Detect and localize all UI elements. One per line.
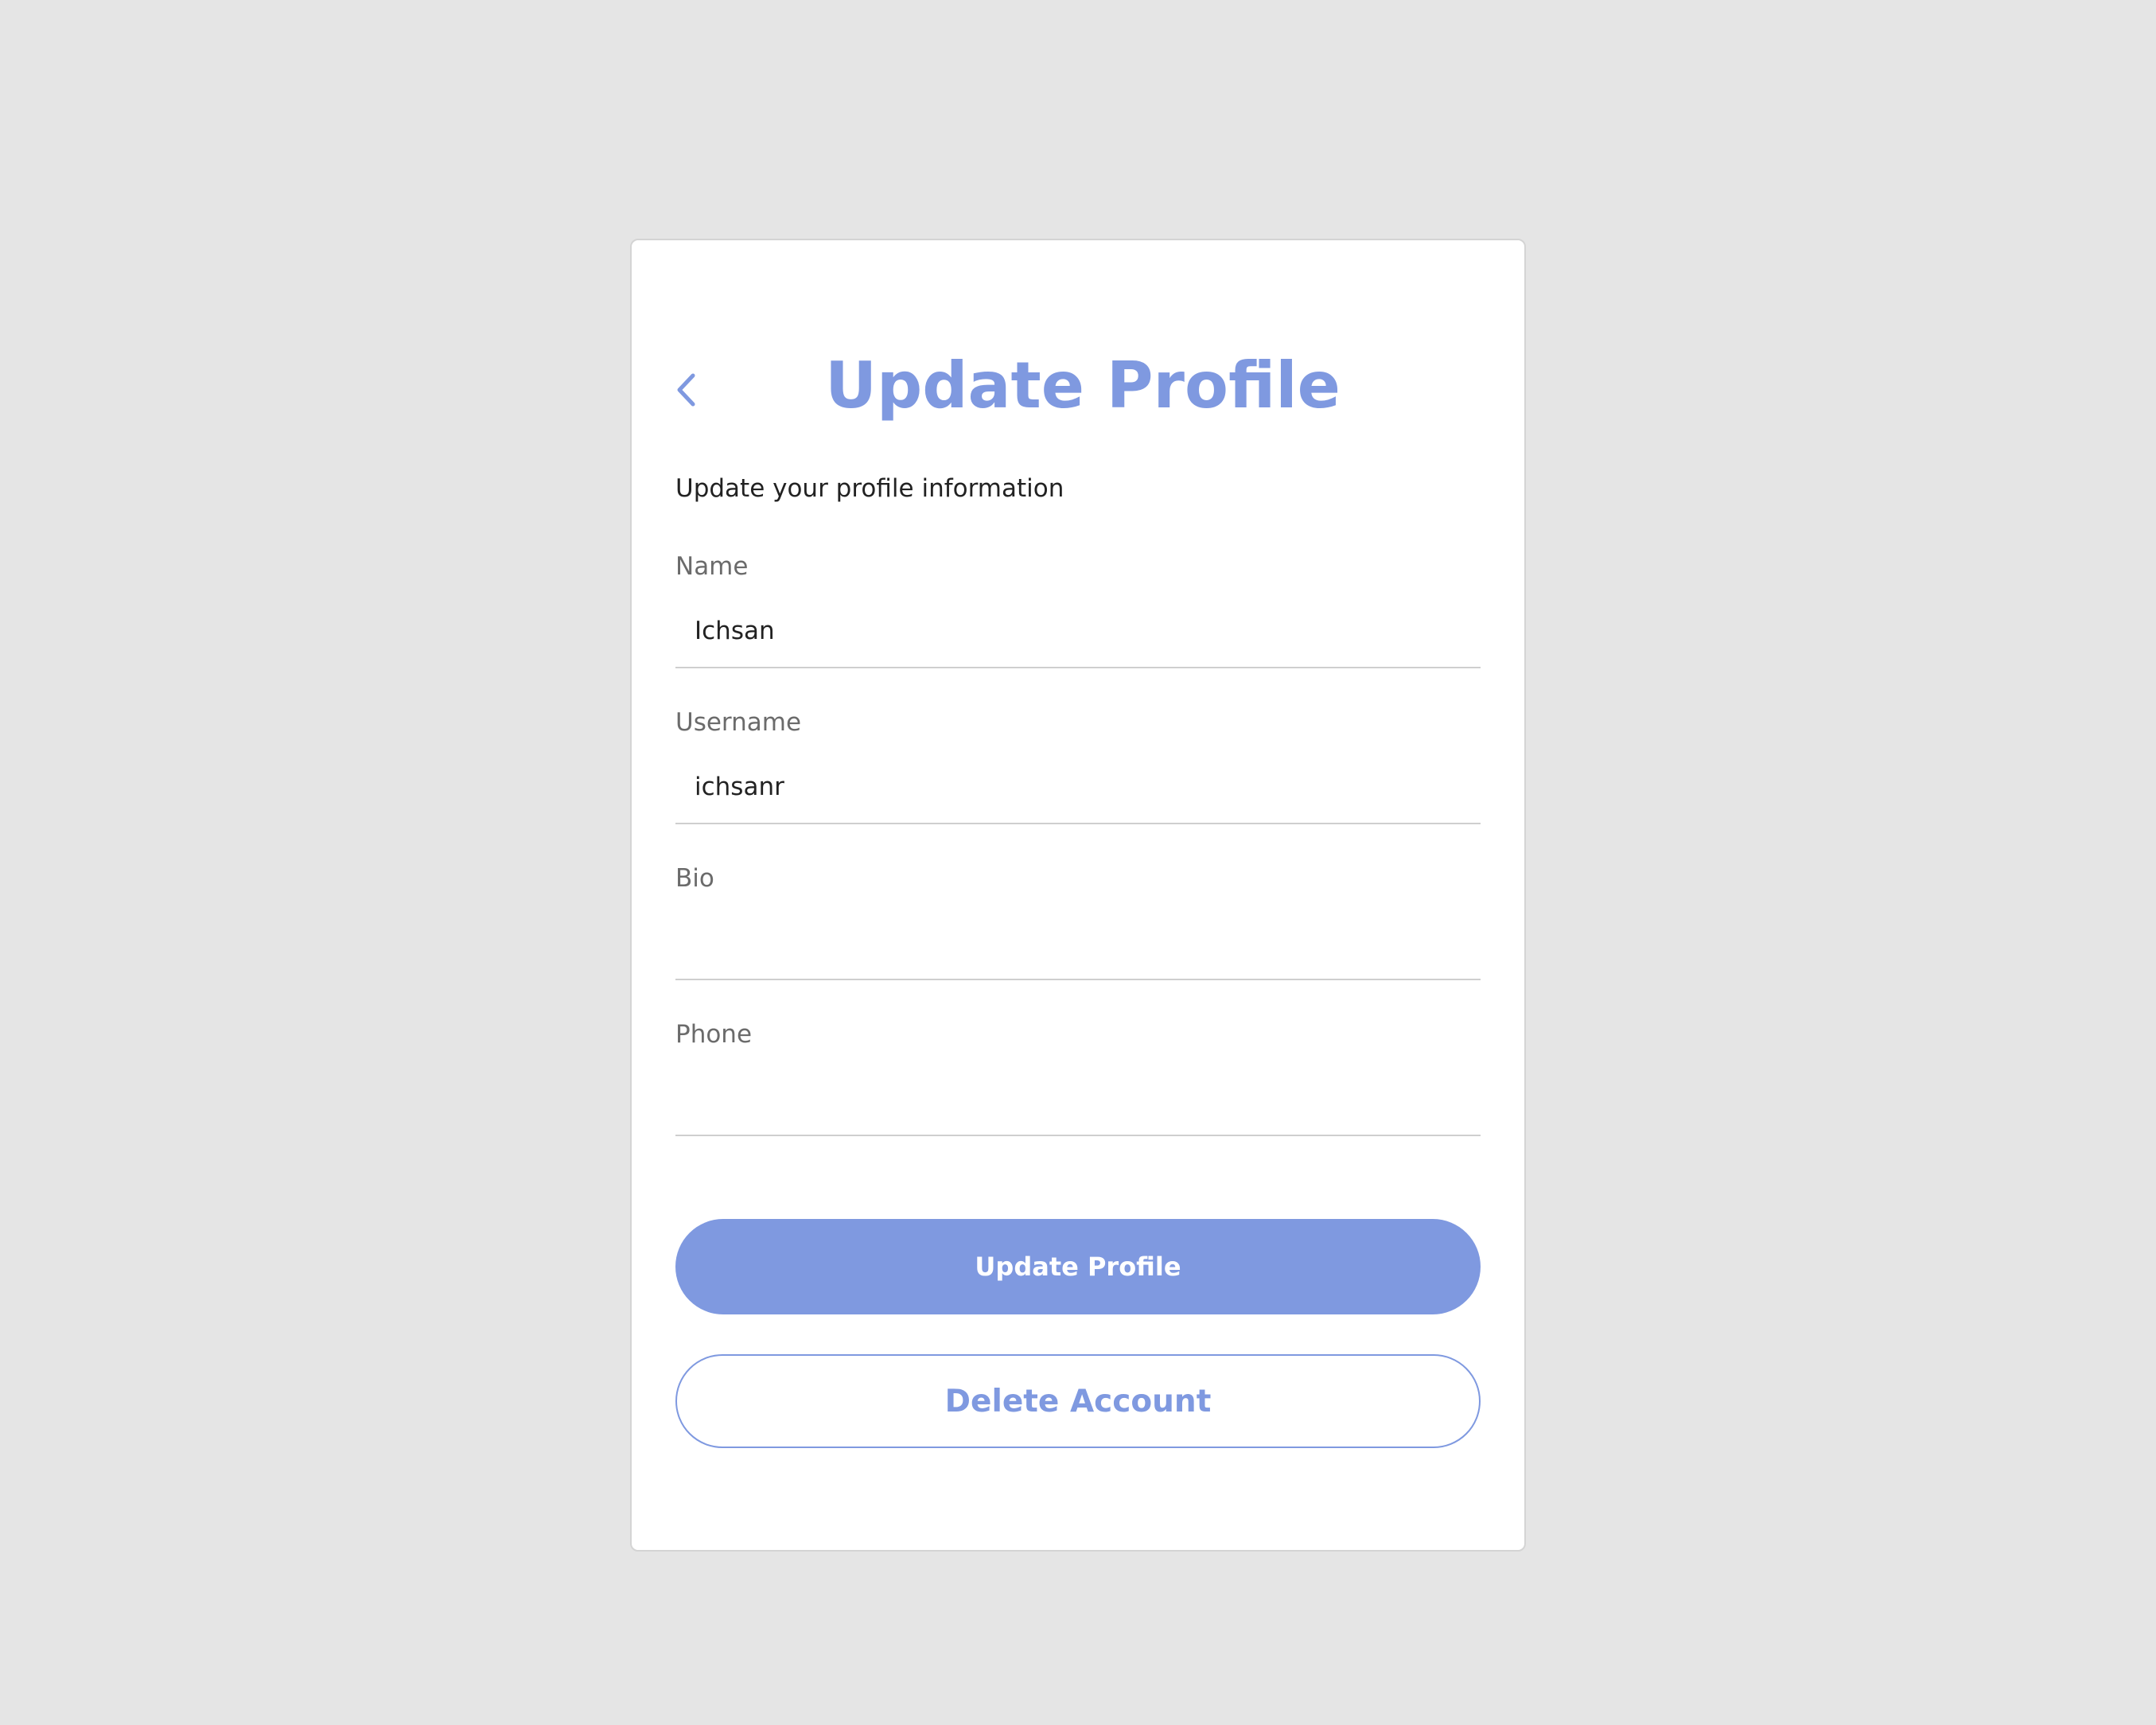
phone-input[interactable] — [675, 1063, 1481, 1136]
update-profile-button[interactable]: Update Profile — [675, 1219, 1481, 1314]
username-label: Username — [675, 708, 802, 737]
username-input[interactable] — [675, 751, 1481, 824]
page-title: Update Profile — [825, 349, 1341, 422]
form-subtitle: Update your profile information — [675, 474, 1064, 503]
name-label: Name — [675, 552, 749, 581]
bio-field-group: Bio — [675, 861, 1481, 1017]
phone-label: Phone — [675, 1020, 753, 1049]
delete-account-button[interactable]: Delete Account — [675, 1354, 1481, 1448]
bio-input[interactable] — [675, 907, 1481, 980]
name-input[interactable] — [675, 595, 1481, 668]
phone-field-group: Phone — [675, 1017, 1481, 1173]
bio-label: Bio — [675, 864, 714, 893]
username-field-group: Username — [675, 705, 1481, 861]
name-field-group: Name — [675, 549, 1481, 705]
